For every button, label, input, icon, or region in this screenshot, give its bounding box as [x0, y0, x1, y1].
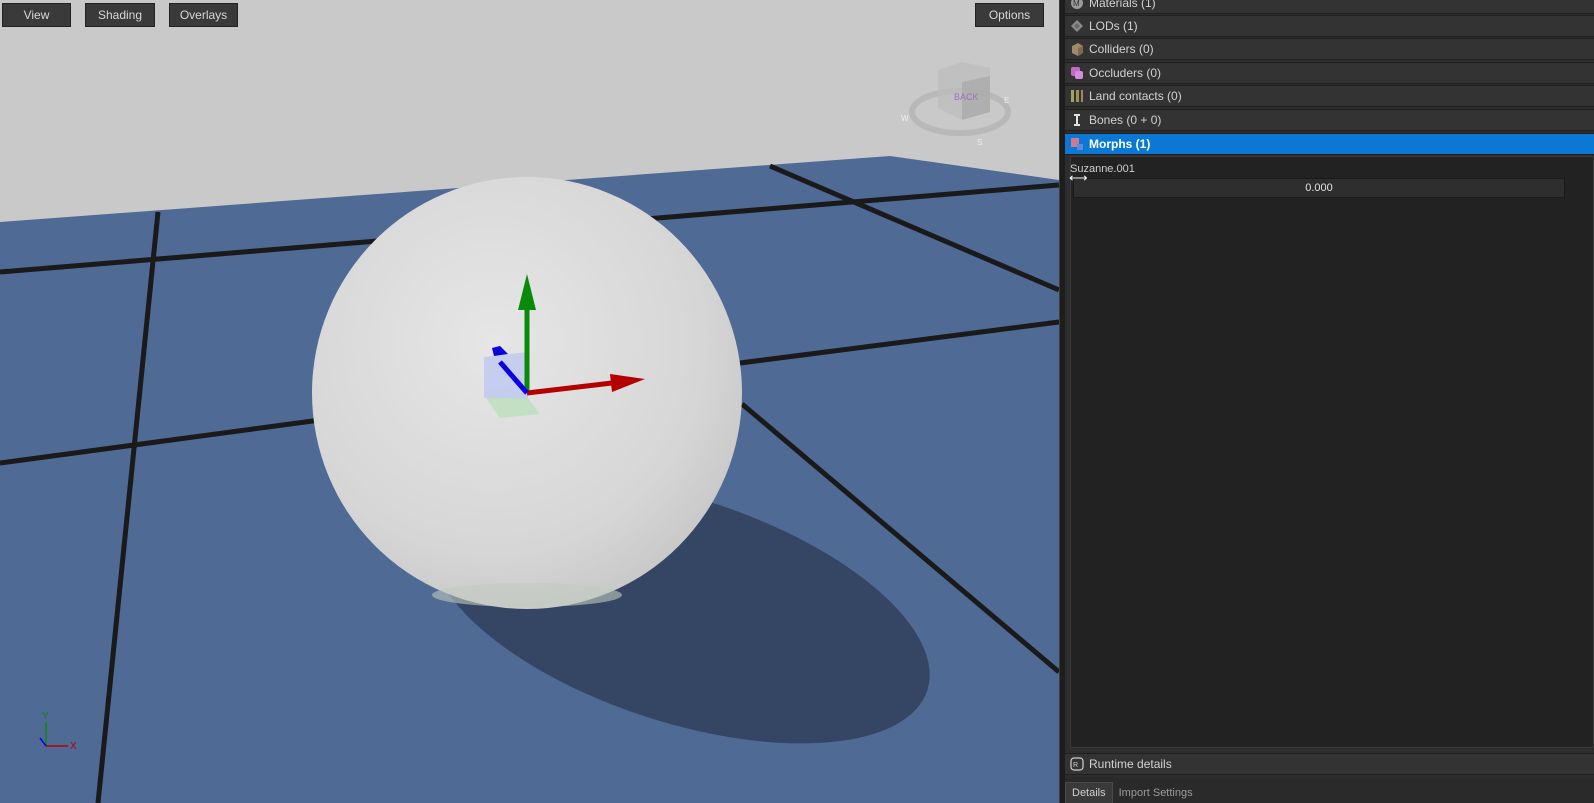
axis-x-label: X — [70, 741, 77, 752]
bones-icon — [1070, 113, 1084, 127]
section-label: Runtime details — [1089, 757, 1172, 771]
section-label: Materials (1) — [1089, 0, 1156, 10]
tab-import-settings[interactable]: Import Settings — [1113, 783, 1199, 803]
section-lods[interactable]: LODs (1) — [1065, 15, 1594, 37]
options-button[interactable]: Options — [975, 3, 1044, 27]
morphs-list — [1070, 156, 1594, 748]
section-label: Morphs (1) — [1089, 137, 1151, 151]
section-bones[interactable]: Bones (0 + 0) — [1065, 109, 1594, 131]
section-occluders[interactable]: Occluders (0) — [1065, 62, 1594, 84]
section-label: Land contacts (0) — [1089, 89, 1182, 103]
view-button[interactable]: View — [2, 3, 71, 27]
morph-weight-field[interactable]: 0.000 — [1073, 178, 1565, 198]
overlays-button[interactable]: Overlays — [169, 3, 238, 27]
section-label: Bones (0 + 0) — [1089, 113, 1162, 127]
section-colliders[interactable]: Colliders (0) — [1065, 38, 1594, 60]
occluders-icon — [1070, 66, 1084, 80]
section-morphs[interactable]: Morphs (1) — [1065, 133, 1594, 155]
compass-east-label: E — [1004, 96, 1009, 105]
section-label: LODs (1) — [1089, 19, 1138, 33]
runtime-details-icon: R — [1070, 757, 1084, 771]
tab-details[interactable]: Details — [1065, 782, 1113, 803]
land-contacts-icon — [1070, 89, 1084, 103]
view-cube-face-label: BACK — [954, 92, 979, 102]
panel-tabs: Details Import Settings — [1065, 778, 1594, 803]
section-runtime-details[interactable]: R Runtime details — [1065, 753, 1594, 775]
svg-text:M: M — [1073, 0, 1080, 8]
shading-button[interactable]: Shading — [85, 3, 155, 27]
scene-render[interactable]: BACK W E S Y X — [0, 0, 1059, 803]
properties-panel: M Materials (1) LODs (1) Colliders (0) O… — [1065, 0, 1594, 803]
section-label: Colliders (0) — [1089, 42, 1154, 56]
section-label: Occluders (0) — [1089, 66, 1162, 80]
compass-west-label: W — [901, 114, 909, 123]
section-materials[interactable]: M Materials (1) — [1065, 0, 1594, 14]
morphs-icon — [1070, 137, 1084, 151]
compass-south-label: S — [977, 138, 982, 147]
materials-icon: M — [1070, 0, 1084, 10]
resize-cursor-icon: ⟷ — [1069, 170, 1088, 185]
section-land-contacts[interactable]: Land contacts (0) — [1065, 85, 1594, 107]
3d-viewport[interactable]: BACK W E S Y X View Shading Overlays Opt… — [0, 0, 1059, 803]
axis-y-label: Y — [42, 711, 49, 722]
lods-icon — [1070, 19, 1084, 33]
colliders-icon — [1070, 42, 1084, 56]
svg-text:R: R — [1073, 762, 1078, 769]
